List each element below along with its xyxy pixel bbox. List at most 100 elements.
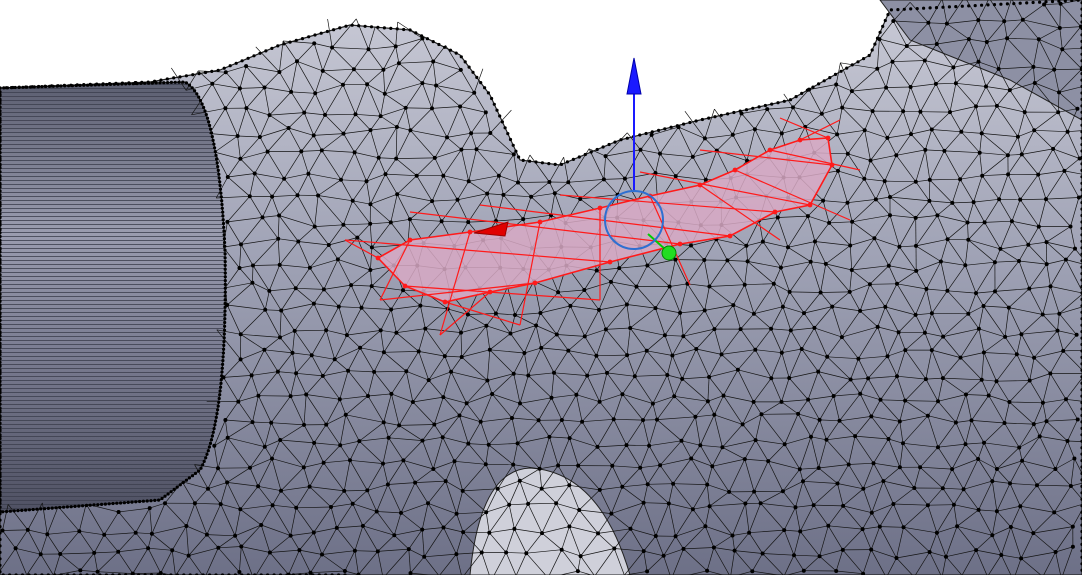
mesh-vertex [277, 262, 282, 267]
mesh-boundary-vertex [169, 80, 173, 84]
mesh-vertex [251, 263, 255, 268]
mesh-vertex [861, 486, 866, 491]
mesh-vertex [740, 422, 745, 427]
mesh-vertex [25, 527, 30, 532]
mesh-boundary-vertex [134, 500, 138, 504]
mesh-boundary-vertex [565, 160, 570, 164]
mesh-boundary-vertex [870, 48, 874, 52]
mesh-vertex [577, 508, 582, 512]
mesh-boundary-vertex [264, 49, 268, 53]
mesh-vertex [404, 369, 409, 374]
mesh-vertex [681, 334, 686, 339]
mesh-vertex [702, 136, 707, 141]
mesh-vertex [510, 416, 514, 420]
mesh-vertex [951, 502, 956, 507]
mesh-boundary-vertex [157, 498, 161, 502]
mesh-edge [344, 490, 368, 492]
selected-vertex [375, 255, 381, 261]
selected-vertex [607, 259, 613, 265]
mesh-vertex [641, 418, 645, 423]
mesh-boundary-vertex [999, 2, 1003, 6]
mesh-vertex [260, 215, 265, 220]
mesh-vertex [650, 401, 655, 406]
mesh-boundary-vertex [216, 168, 220, 172]
mesh-boundary-vertex [223, 298, 227, 302]
mesh-vertex [302, 422, 306, 427]
mesh-boundary-vertex [50, 84, 54, 88]
mesh-boundary-vertex [217, 400, 221, 404]
mesh-boundary-vertex [69, 505, 73, 509]
mesh-boundary-vertex [30, 85, 34, 89]
mesh-boundary-vertex [27, 508, 31, 512]
mesh-vertex [263, 307, 268, 312]
mesh-vertex [420, 527, 425, 532]
mesh-boundary-vertex [210, 69, 214, 73]
mesh-vertex [311, 530, 316, 535]
mesh-boundary-vertex [443, 45, 447, 49]
mesh-vertex [355, 235, 360, 240]
mesh-vertex [344, 333, 349, 338]
mesh-vertex [366, 394, 370, 398]
mesh-vertex [927, 198, 932, 203]
mesh-vertex [233, 533, 238, 538]
mesh-boundary-vertex [193, 89, 197, 93]
mesh-vertex [566, 348, 571, 353]
mesh-vertex [1074, 332, 1079, 337]
mesh-boundary-vertex [214, 419, 218, 423]
mesh-boundary-vertex [140, 80, 144, 84]
mesh-boundary-vertex [498, 114, 502, 118]
mesh-boundary-vertex [954, 5, 958, 9]
mesh-boundary-vertex [363, 24, 367, 28]
mesh-vertex [711, 545, 716, 550]
mesh-vertex [511, 371, 516, 376]
mesh-vertex [378, 328, 383, 333]
mesh-vertex [393, 44, 398, 49]
mesh-vertex [883, 304, 888, 309]
mesh-vertex [850, 219, 855, 224]
mesh-vertex [329, 505, 333, 509]
mesh-boundary-vertex [270, 46, 274, 51]
mesh-vertex [358, 345, 363, 350]
mesh-boundary-vertex [738, 109, 742, 113]
mesh-vertex [847, 289, 852, 294]
mesh-vertex [336, 304, 341, 309]
y-handle[interactable] [661, 245, 677, 261]
mesh-vertex [1014, 352, 1019, 357]
mesh-vertex [401, 458, 406, 463]
mesh-vertex [472, 90, 477, 95]
mesh-boundary-vertex [177, 80, 181, 84]
mesh-vertex [381, 350, 386, 355]
mesh-vertex [793, 505, 798, 510]
mesh-vertex [624, 443, 629, 448]
z-arrow[interactable] [626, 57, 642, 95]
mesh-boundary-vertex [941, 5, 945, 9]
mesh-boundary-vertex [217, 176, 221, 180]
mesh-boundary-vertex [216, 408, 220, 412]
mesh-vertex [466, 179, 471, 184]
mesh-vertex [422, 554, 427, 559]
mesh-vertex [368, 128, 373, 133]
mesh-vertex [782, 442, 787, 447]
mesh-boundary-vertex [43, 84, 47, 88]
mesh-boundary-vertex [221, 214, 225, 218]
mesh-vertex [501, 192, 506, 197]
mesh-vertex [295, 59, 299, 64]
mesh-vertex [430, 106, 434, 111]
mesh-vertex [248, 465, 252, 470]
mesh-boundary-vertex [431, 40, 435, 44]
mesh-boundary-vertex [149, 499, 153, 503]
mesh-vertex [250, 280, 255, 285]
mesh-boundary-vertex [770, 102, 774, 106]
mesh-vertex [866, 376, 871, 381]
mesh-scene[interactable] [0, 0, 1082, 575]
mesh-vertex [306, 171, 311, 176]
mesh-boundary-vertex [521, 158, 525, 162]
mesh-vertex [575, 569, 580, 574]
mesh-boundary-vertex [221, 355, 225, 359]
mesh-vertex [831, 394, 836, 398]
mesh-boundary-vertex [162, 81, 166, 85]
3d-viewport[interactable] [0, 0, 1082, 575]
mesh-vertex [1044, 262, 1049, 267]
mesh-boundary-vertex [486, 91, 490, 95]
mesh-boundary-vertex [172, 487, 176, 491]
